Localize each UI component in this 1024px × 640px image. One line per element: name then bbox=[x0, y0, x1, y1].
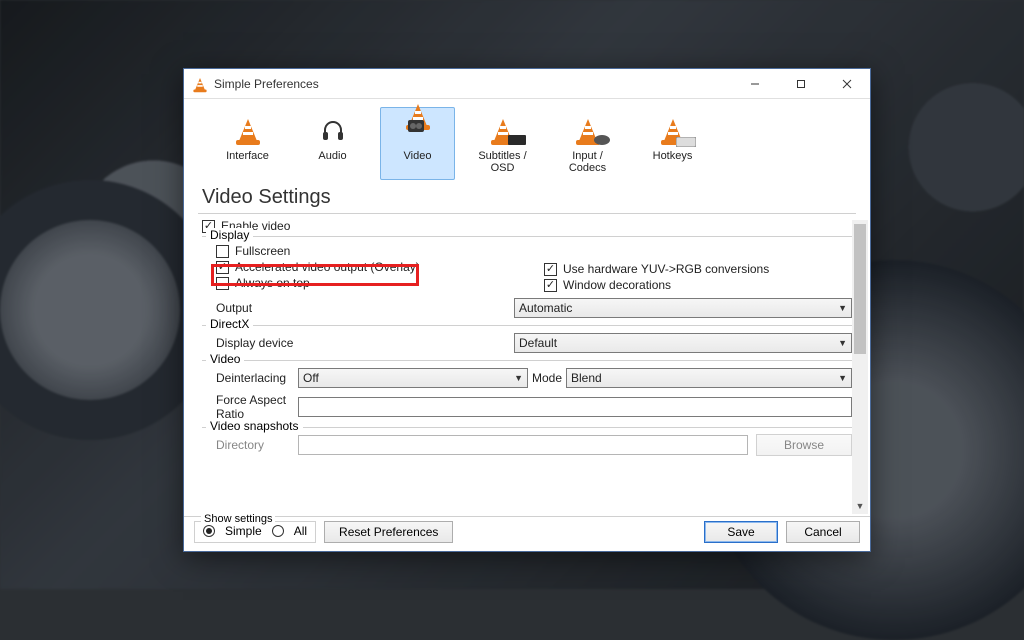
deinterlacing-label: Deinterlacing bbox=[202, 371, 298, 385]
window-decorations-checkbox[interactable]: Window decorations bbox=[544, 277, 852, 293]
tab-label: Video bbox=[404, 150, 432, 162]
checkbox-label: Window decorations bbox=[563, 278, 671, 292]
checkbox-label: Accelerated video output (Overlay) bbox=[235, 260, 420, 274]
cancel-button[interactable]: Cancel bbox=[786, 521, 860, 543]
tab-input-codecs[interactable]: Input / Codecs bbox=[550, 107, 625, 180]
checkbox-label: Use hardware YUV->RGB conversions bbox=[563, 262, 769, 276]
window-title: Simple Preferences bbox=[214, 77, 732, 91]
divider bbox=[198, 213, 856, 214]
scroll-down-icon[interactable]: ▼ bbox=[852, 498, 868, 514]
chevron-down-icon: ▼ bbox=[514, 373, 523, 383]
deinterlacing-select[interactable]: Off ▼ bbox=[298, 368, 528, 388]
cone-board-icon bbox=[488, 115, 518, 145]
show-settings-group: Show settings Simple All bbox=[194, 521, 316, 543]
cone-keyboard-icon bbox=[658, 115, 688, 145]
checkbox-icon bbox=[544, 279, 557, 292]
tab-label: Interface bbox=[226, 150, 269, 162]
chevron-down-icon: ▼ bbox=[838, 303, 847, 313]
tab-label: Hotkeys bbox=[653, 150, 693, 162]
vlc-cone-icon bbox=[192, 76, 208, 92]
save-button[interactable]: Save bbox=[704, 521, 778, 543]
enable-video-checkbox[interactable]: Enable video bbox=[202, 218, 852, 234]
radio-simple[interactable] bbox=[203, 525, 215, 537]
show-settings-label: Show settings bbox=[201, 513, 275, 525]
directx-group: DirectX Display device Default ▼ bbox=[202, 325, 852, 354]
select-value: Blend bbox=[571, 371, 602, 385]
always-on-top-checkbox[interactable]: Always on top bbox=[216, 275, 524, 291]
snapshots-group: Video snapshots Directory Browse bbox=[202, 427, 852, 456]
output-label: Output bbox=[202, 301, 514, 315]
headphones-icon bbox=[318, 115, 348, 145]
tab-label: Input / Codecs bbox=[569, 150, 606, 174]
reset-preferences-button[interactable]: Reset Preferences bbox=[324, 521, 453, 543]
checkbox-icon bbox=[216, 261, 229, 274]
group-legend: DirectX bbox=[206, 317, 253, 331]
select-value: Default bbox=[519, 336, 557, 350]
display-device-select[interactable]: Default ▼ bbox=[514, 333, 852, 353]
tab-audio[interactable]: Audio bbox=[295, 107, 370, 180]
tab-subtitles[interactable]: Subtitles / OSD bbox=[465, 107, 540, 180]
select-value: Off bbox=[303, 371, 319, 385]
checkbox-icon bbox=[216, 245, 229, 258]
radio-simple-label: Simple bbox=[225, 524, 262, 538]
tab-interface[interactable]: Interface bbox=[210, 107, 285, 180]
group-legend: Video bbox=[206, 352, 244, 366]
radio-all-label: All bbox=[294, 524, 307, 538]
preferences-window: Simple Preferences Interface Audio Video… bbox=[183, 68, 871, 552]
directory-input[interactable] bbox=[298, 435, 748, 455]
display-device-label: Display device bbox=[202, 336, 514, 350]
chevron-down-icon: ▼ bbox=[838, 373, 847, 383]
output-select[interactable]: Automatic ▼ bbox=[514, 298, 852, 318]
force-aspect-input[interactable] bbox=[298, 397, 852, 417]
mode-select[interactable]: Blend ▼ bbox=[566, 368, 852, 388]
chevron-down-icon: ▼ bbox=[838, 338, 847, 348]
close-button[interactable] bbox=[824, 69, 870, 98]
settings-scroll-area: Enable video Display Fullscreen Accelera… bbox=[184, 218, 870, 516]
yuv-rgb-checkbox[interactable]: Use hardware YUV->RGB conversions bbox=[544, 261, 852, 277]
checkbox-label: Always on top bbox=[235, 276, 310, 290]
force-aspect-label: Force Aspect Ratio bbox=[202, 393, 298, 421]
mode-label: Mode bbox=[528, 371, 566, 385]
cone-icon bbox=[235, 115, 261, 145]
dialog-footer: Show settings Simple All Reset Preferenc… bbox=[184, 516, 870, 551]
checkbox-icon bbox=[216, 277, 229, 290]
group-legend: Display bbox=[206, 228, 253, 242]
vertical-scrollbar[interactable]: ▲ ▼ bbox=[852, 220, 868, 514]
display-group: Display Fullscreen Accelerated video out… bbox=[202, 236, 852, 319]
minimize-button[interactable] bbox=[732, 69, 778, 98]
tab-hotkeys[interactable]: Hotkeys bbox=[635, 107, 710, 180]
scrollbar-thumb[interactable] bbox=[854, 224, 866, 354]
page-title: Video Settings bbox=[184, 184, 870, 213]
titlebar[interactable]: Simple Preferences bbox=[184, 69, 870, 99]
cone-gear-icon bbox=[573, 115, 603, 145]
tab-label: Audio bbox=[318, 150, 346, 162]
radio-all[interactable] bbox=[272, 525, 284, 537]
select-value: Automatic bbox=[519, 301, 572, 315]
maximize-button[interactable] bbox=[778, 69, 824, 98]
fullscreen-checkbox[interactable]: Fullscreen bbox=[216, 243, 524, 259]
tab-video[interactable]: Video bbox=[380, 107, 455, 180]
checkbox-label: Fullscreen bbox=[235, 244, 290, 258]
accelerated-output-checkbox[interactable]: Accelerated video output (Overlay) bbox=[216, 259, 524, 275]
checkbox-icon bbox=[544, 263, 557, 276]
video-group: Video Deinterlacing Off ▼ Mode Blend ▼ F… bbox=[202, 360, 852, 421]
directory-label: Directory bbox=[202, 438, 298, 452]
group-legend: Video snapshots bbox=[206, 419, 303, 433]
tab-label: Subtitles / OSD bbox=[478, 150, 526, 174]
browse-button[interactable]: Browse bbox=[756, 434, 852, 456]
category-tabs: Interface Audio Video Subtitles / OSD In… bbox=[184, 99, 870, 184]
